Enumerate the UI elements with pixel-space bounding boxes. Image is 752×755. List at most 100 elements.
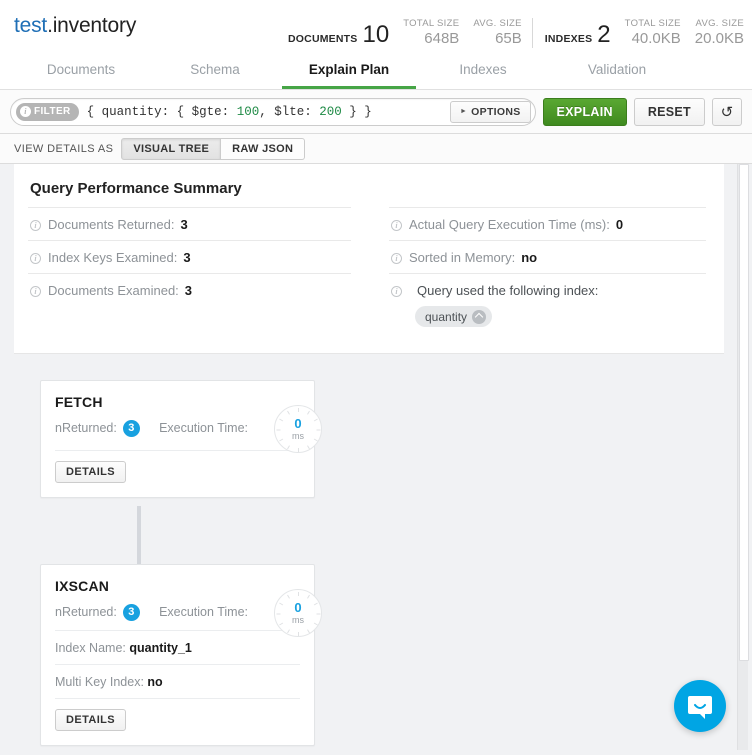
stage-card-ixscan[interactable]: IXSCAN nReturned: 3 Execution Time: bbox=[40, 564, 315, 746]
indexes-stat-label: INDEXES bbox=[545, 33, 593, 45]
tab-validation[interactable]: Validation bbox=[550, 55, 684, 89]
nreturned-value: 3 bbox=[123, 420, 140, 437]
documents-stat-group: DOCUMENTS 10 TOTAL SIZE 648B AVG. SIZE 6… bbox=[288, 18, 522, 48]
chevron-right-icon: ► bbox=[460, 108, 467, 115]
ascending-arrow-icon bbox=[472, 310, 486, 324]
execution-time-clock-icon: 0 ms bbox=[274, 405, 322, 453]
chat-bubble-smile-icon bbox=[674, 680, 726, 732]
stage-row-value: no bbox=[147, 675, 162, 689]
summary-row-execution-time: i Actual Query Execution Time (ms): 0 bbox=[389, 207, 706, 240]
filter-text-mid: , $lte: bbox=[259, 105, 319, 119]
view-mode-segmented-control: VISUAL TREE RAW JSON bbox=[121, 138, 305, 160]
filter-pill: i FILTER bbox=[16, 103, 79, 121]
summary-row-value: 3 bbox=[180, 217, 187, 232]
indexes-total-size-value: 40.0KB bbox=[625, 30, 681, 48]
documents-avg-size-value: 65B bbox=[473, 30, 521, 48]
fetch-details-button[interactable]: DETAILS bbox=[55, 461, 126, 483]
stage-row-index-name: Index Name: quantity_1 bbox=[55, 630, 300, 664]
documents-total-size-label: TOTAL SIZE bbox=[403, 18, 459, 30]
ixscan-details-button[interactable]: DETAILS bbox=[55, 709, 126, 731]
collection-stats: DOCUMENTS 10 TOTAL SIZE 648B AVG. SIZE 6… bbox=[288, 10, 744, 48]
options-button-label: OPTIONS bbox=[471, 106, 520, 118]
stage-name: FETCH bbox=[55, 394, 300, 410]
content-scrollbar-thumb[interactable] bbox=[739, 164, 749, 661]
stage-row-label: Multi Key Index: bbox=[55, 675, 144, 689]
tab-indexes[interactable]: Indexes bbox=[416, 55, 550, 89]
execution-time-clock-icon: 0 ms bbox=[274, 589, 322, 637]
info-icon[interactable]: i bbox=[391, 220, 402, 231]
filter-query-text[interactable]: { quantity: { $gte: 100, $lte: 200 } } bbox=[79, 105, 450, 119]
view-details-label: VIEW DETAILS AS bbox=[14, 143, 113, 155]
tab-explain-plan[interactable]: Explain Plan bbox=[282, 55, 416, 89]
indexes-avg-size-value: 20.0KB bbox=[695, 30, 744, 48]
indexes-stat-group: INDEXES 2 TOTAL SIZE 40.0KB AVG. SIZE 20… bbox=[532, 18, 744, 48]
explain-stage-tree: FETCH nReturned: 3 Execution Time: bbox=[0, 354, 752, 746]
stage-row-value: quantity_1 bbox=[129, 641, 192, 655]
summary-row-value: no bbox=[521, 250, 537, 265]
indexes-avg-size-label: AVG. SIZE bbox=[695, 18, 744, 30]
indexes-stat: INDEXES 2 bbox=[545, 23, 611, 48]
summary-row-value: 3 bbox=[183, 250, 190, 265]
filter-input[interactable]: i FILTER { quantity: { $gte: 100, $lte: … bbox=[10, 98, 536, 126]
indexes-stat-value: 2 bbox=[597, 23, 610, 47]
namespace-database: test bbox=[14, 14, 47, 37]
view-details-bar: VIEW DETAILS AS VISUAL TREE RAW JSON bbox=[0, 134, 752, 164]
query-bar: i FILTER { quantity: { $gte: 100, $lte: … bbox=[0, 90, 752, 134]
view-mode-raw-json[interactable]: RAW JSON bbox=[221, 138, 305, 160]
nreturned-label: nReturned: bbox=[55, 605, 117, 619]
summary-row-sorted-in-memory: i Sorted in Memory: no bbox=[389, 240, 706, 273]
collection-tabs: Documents Schema Explain Plan Indexes Va… bbox=[0, 55, 752, 89]
stage-divider bbox=[55, 450, 300, 451]
documents-stat: DOCUMENTS 10 bbox=[288, 23, 389, 48]
info-icon[interactable]: i bbox=[30, 286, 41, 297]
summary-row-documents-examined: i Documents Examined: 3 bbox=[28, 273, 351, 306]
info-icon[interactable]: i bbox=[391, 286, 402, 297]
index-badge-label: quantity bbox=[425, 310, 467, 324]
stage-row-multi-key-index: Multi Key Index: no bbox=[55, 664, 300, 699]
reset-button[interactable]: RESET bbox=[634, 98, 705, 126]
summary-row-label: Actual Query Execution Time (ms): bbox=[409, 217, 610, 232]
index-badge-quantity[interactable]: quantity bbox=[415, 306, 492, 327]
query-performance-summary: Query Performance Summary i Documents Re… bbox=[14, 164, 724, 354]
tab-schema[interactable]: Schema bbox=[148, 55, 282, 89]
explain-button[interactable]: EXPLAIN bbox=[543, 98, 627, 126]
content-scrollbar[interactable] bbox=[737, 164, 748, 750]
summary-row-label: Sorted in Memory: bbox=[409, 250, 515, 265]
execution-time-label: Execution Time: bbox=[159, 421, 248, 435]
summary-row-value: 3 bbox=[185, 283, 192, 298]
filter-pill-label: FILTER bbox=[34, 106, 71, 117]
summary-row-index-keys-examined: i Index Keys Examined: 3 bbox=[28, 240, 351, 273]
filter-text-num2: 200 bbox=[319, 105, 342, 119]
info-icon: i bbox=[20, 106, 31, 117]
intercom-messenger-button[interactable] bbox=[674, 680, 726, 732]
stage-card-fetch[interactable]: FETCH nReturned: 3 Execution Time: bbox=[40, 380, 315, 498]
nreturned-value: 3 bbox=[123, 604, 140, 621]
documents-avg-size-label: AVG. SIZE bbox=[473, 18, 521, 30]
nreturned-label: nReturned: bbox=[55, 421, 117, 435]
stage-name: IXSCAN bbox=[55, 578, 300, 594]
namespace-title: test.inventory bbox=[14, 14, 136, 38]
execution-time-label: Execution Time: bbox=[159, 605, 248, 619]
summary-row-value: 0 bbox=[616, 217, 623, 232]
info-icon[interactable]: i bbox=[30, 253, 41, 264]
summary-row-label: Documents Examined: bbox=[48, 283, 179, 298]
summary-left-column: i Documents Returned: 3 i Index Keys Exa… bbox=[28, 207, 367, 335]
view-mode-visual-tree[interactable]: VISUAL TREE bbox=[121, 138, 221, 160]
summary-right-column: i Actual Query Execution Time (ms): 0 i … bbox=[367, 207, 706, 335]
indexes-total-size: TOTAL SIZE 40.0KB bbox=[625, 18, 681, 48]
app-header: test.inventory DOCUMENTS 10 TOTAL SIZE 6… bbox=[0, 0, 752, 90]
namespace-collection: inventory bbox=[53, 14, 136, 37]
documents-stat-value: 10 bbox=[362, 23, 389, 47]
options-button[interactable]: ► OPTIONS bbox=[450, 101, 531, 123]
summary-row-label: Index Keys Examined: bbox=[48, 250, 177, 265]
info-icon[interactable]: i bbox=[30, 220, 41, 231]
indexes-avg-size: AVG. SIZE 20.0KB bbox=[695, 18, 744, 48]
explain-plan-content: Query Performance Summary i Documents Re… bbox=[0, 164, 752, 750]
query-history-icon[interactable]: ↺ bbox=[712, 98, 742, 126]
summary-row-documents-returned: i Documents Returned: 3 bbox=[28, 207, 351, 240]
tab-documents[interactable]: Documents bbox=[14, 55, 148, 89]
filter-text-num1: 100 bbox=[237, 105, 260, 119]
documents-avg-size: AVG. SIZE 65B bbox=[473, 18, 521, 48]
info-icon[interactable]: i bbox=[391, 253, 402, 264]
summary-row-label: Documents Returned: bbox=[48, 217, 174, 232]
